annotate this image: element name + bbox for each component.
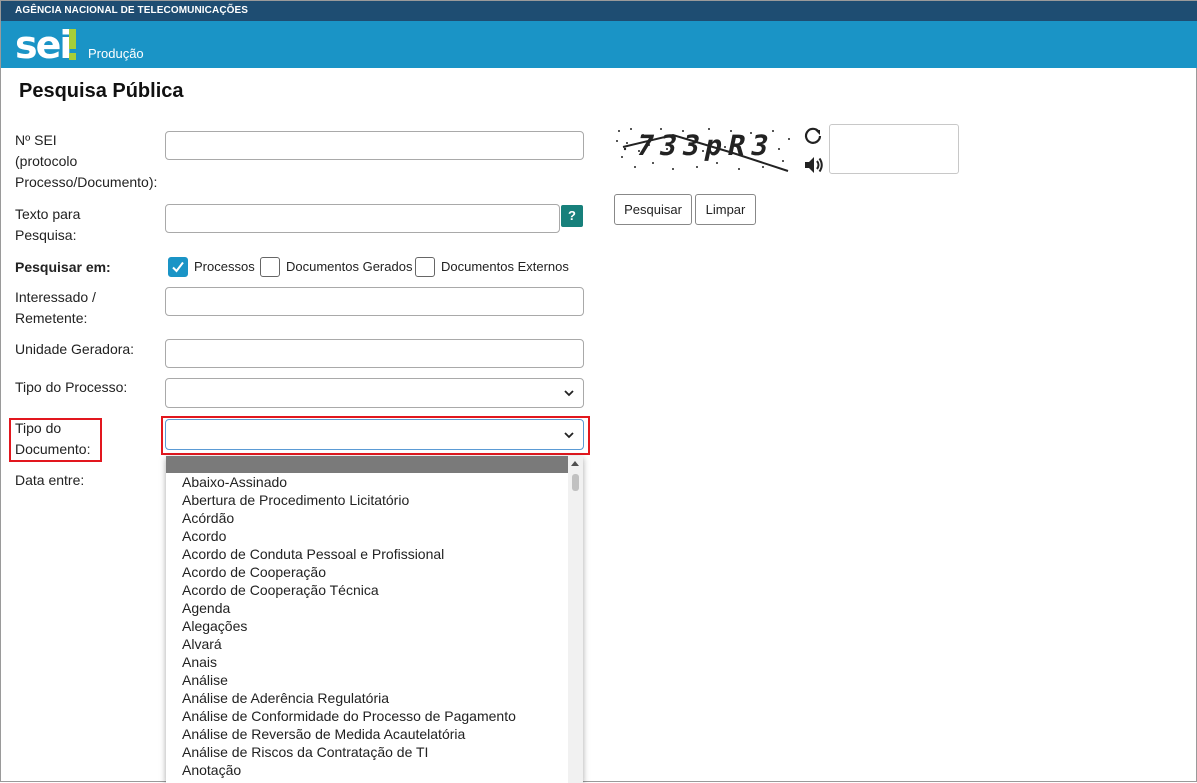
dropdown-option[interactable]: Análise de Reversão de Medida Acautelató… <box>166 725 568 743</box>
environment-label: Produção <box>88 46 144 61</box>
logo-mark-icon <box>69 29 76 60</box>
scroll-thumb[interactable] <box>572 474 579 491</box>
documentos-gerados-label: Documentos Gerados <box>286 259 413 274</box>
audio-icon[interactable] <box>802 154 824 176</box>
process-type-label: Tipo do Processo: <box>15 379 128 395</box>
search-in-label: Pesquisar em: <box>15 259 111 275</box>
unit-input[interactable] <box>165 339 584 368</box>
dropdown-scrollbar[interactable] <box>568 456 583 783</box>
logo-text: sei <box>15 23 72 67</box>
protocol-label: Nº SEI (protocolo Processo/Documento): <box>15 132 158 190</box>
captcha-input[interactable] <box>829 124 959 174</box>
page-title: Pesquisa Pública <box>19 80 184 102</box>
dropdown-option[interactable]: Anotação <box>166 761 568 779</box>
dropdown-option[interactable]: Análise <box>166 671 568 689</box>
process-type-select[interactable] <box>165 378 584 408</box>
dropdown-option-blank-selected[interactable] <box>166 456 568 473</box>
dropdown-option[interactable]: Alegações <box>166 617 568 635</box>
sei-logo[interactable]: sei <box>15 23 76 67</box>
interested-label: Interessado / Remetente: <box>15 289 96 326</box>
dropdown-option[interactable]: Acordo de Conduta Pessoal e Profissional <box>166 545 568 563</box>
dropdown-option[interactable]: Acórdão <box>166 509 568 527</box>
documentos-externos-checkbox[interactable] <box>415 257 435 277</box>
scroll-up-icon[interactable] <box>571 461 579 466</box>
dropdown-option[interactable]: Alvará <box>166 635 568 653</box>
dropdown-option[interactable]: Agenda <box>166 599 568 617</box>
search-text-label: Texto para Pesquisa: <box>15 206 81 243</box>
documentos-gerados-checkbox[interactable] <box>260 257 280 277</box>
clear-button[interactable]: Limpar <box>695 194 756 225</box>
refresh-icon[interactable] <box>802 125 824 147</box>
dropdown-option[interactable]: Acordo de Cooperação Técnica <box>166 581 568 599</box>
protocol-input[interactable] <box>165 131 584 160</box>
document-type-label: Tipo do Documento: <box>15 420 91 457</box>
dropdown-option[interactable]: Anais <box>166 653 568 671</box>
help-button[interactable]: ? <box>561 205 583 227</box>
date-range-label: Data entre: <box>15 472 85 488</box>
processos-checkbox[interactable] <box>168 257 188 277</box>
search-button[interactable]: Pesquisar <box>614 194 692 225</box>
dropdown-option[interactable]: Análise de Riscos da Contratação de TI <box>166 743 568 761</box>
dropdown-option[interactable]: Abertura de Procedimento Licitatório <box>166 491 568 509</box>
captcha-strikeline <box>622 133 789 172</box>
unit-label: Unidade Geradora: <box>15 341 135 357</box>
dropdown-option[interactable]: Análise de Conformidade do Processo de P… <box>166 707 568 725</box>
checkmark-icon <box>172 261 184 273</box>
search-text-input[interactable] <box>165 204 560 233</box>
document-type-select[interactable] <box>165 419 584 450</box>
chevron-down-icon <box>564 431 574 438</box>
dropdown-option[interactable]: Análise de Aderência Regulatória <box>166 689 568 707</box>
dropdown-option[interactable]: Acordo de Cooperação <box>166 563 568 581</box>
processos-label: Processos <box>194 259 255 274</box>
chevron-down-icon <box>564 390 574 397</box>
agency-name: AGÊNCIA NACIONAL DE TELECOMUNICAÇÕES <box>15 5 249 16</box>
brand-bar: sei Produção <box>1 21 1197 68</box>
dropdown-option[interactable]: Acordo <box>166 527 568 545</box>
documentos-externos-label: Documentos Externos <box>441 259 569 274</box>
interested-input[interactable] <box>165 287 584 316</box>
document-type-dropdown[interactable]: Abaixo-Assinado Abertura de Procedimento… <box>166 456 583 783</box>
dropdown-list: Abaixo-Assinado Abertura de Procedimento… <box>166 473 568 779</box>
dropdown-option[interactable]: Abaixo-Assinado <box>166 473 568 491</box>
captcha-image: 733pR3 <box>613 123 793 175</box>
agency-bar: AGÊNCIA NACIONAL DE TELECOMUNICAÇÕES <box>1 1 1197 21</box>
